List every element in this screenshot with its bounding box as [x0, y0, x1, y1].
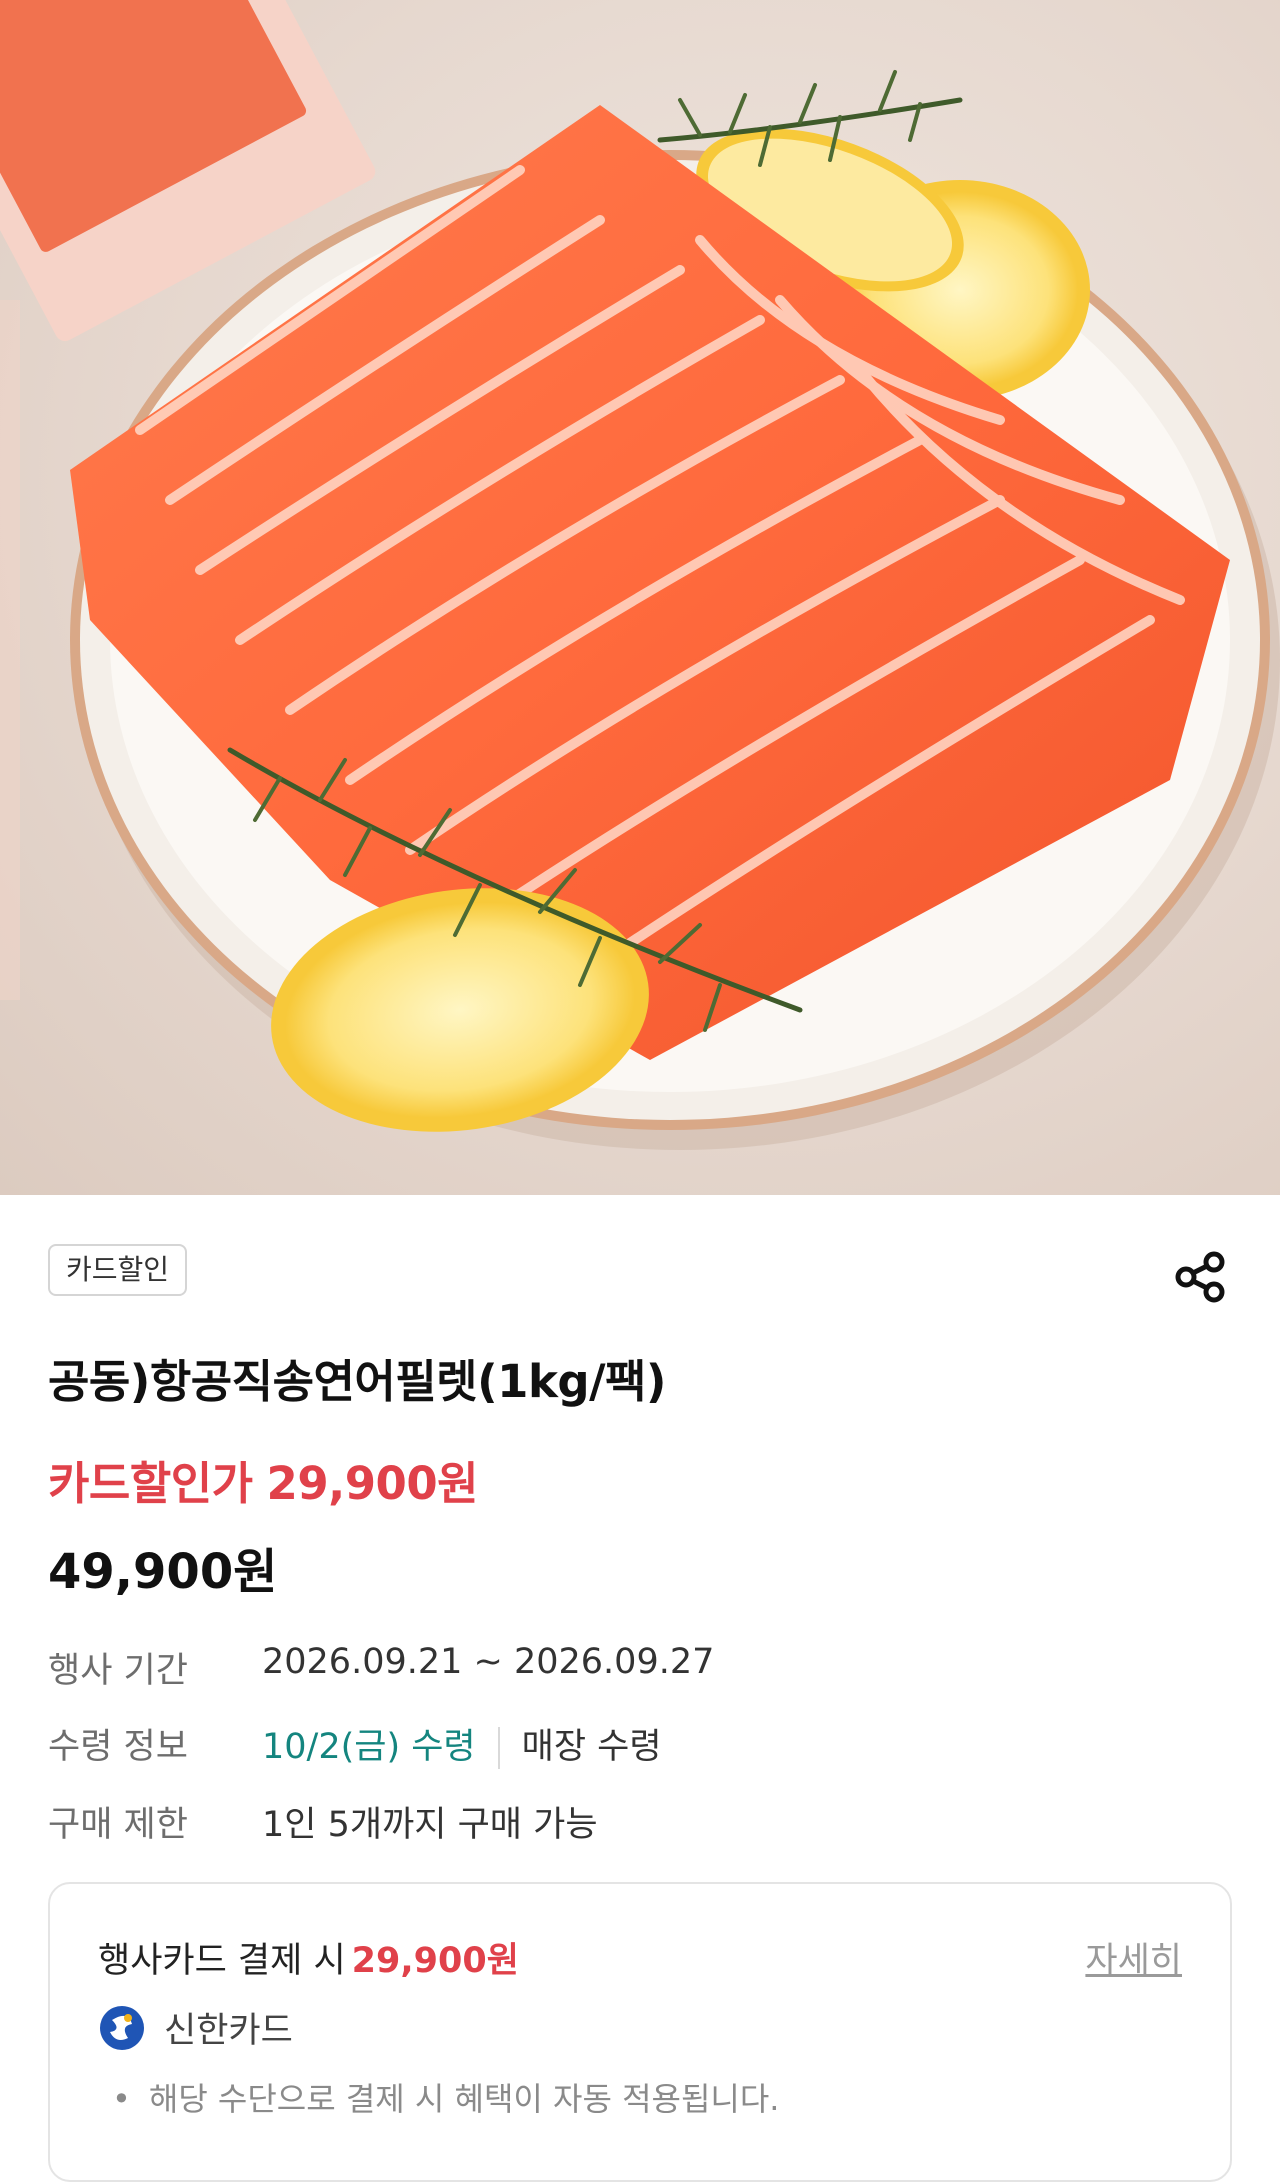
- pickup-method: 매장 수령: [521, 1727, 662, 1767]
- detail-key: 구매 제한: [48, 1805, 188, 1845]
- card-discount-price: 카드할인가 29,900원: [48, 1447, 479, 1512]
- card-name: 신한카드: [164, 2011, 293, 2051]
- product-title: 공동)항공직송연어필렛(1kg/팩): [48, 1355, 667, 1408]
- salmon-photo: [0, 0, 1280, 1150]
- payment-title-text: 행사카드 결제 시: [98, 1941, 346, 1981]
- share-icon: [1175, 1251, 1225, 1303]
- detail-value: 10/2(금) 수령 매장 수령: [262, 1718, 662, 1769]
- payment-benefit-title: 행사카드 결제 시 29,900원: [98, 1932, 519, 1983]
- card-discount-badge: 카드할인: [48, 1244, 188, 1296]
- detail-value: 2026.09.21 ~ 2026.09.27: [262, 1642, 715, 1682]
- payment-benefit-card: 행사카드 결제 시 29,900원 자세히 신한카드 • 해당 수단으로 결제 시 …: [48, 1882, 1232, 2182]
- card-price-label: 카드할인가: [48, 1457, 253, 1510]
- card-price-value: 29,900원: [266, 1457, 479, 1510]
- original-price: 49,900원: [48, 1544, 278, 1600]
- note-text: 해당 수단으로 결제 시 혜택이 자동 적용됩니다.: [148, 2080, 780, 2118]
- bullet: •: [112, 2080, 131, 2118]
- detail-link[interactable]: 자세히: [1085, 1932, 1182, 1983]
- shinhan-card-logo-icon: [100, 2005, 144, 2050]
- payment-amount: 29,900원: [351, 1941, 519, 1981]
- share-button[interactable]: [1168, 1245, 1232, 1309]
- product-image: [0, 0, 1280, 1195]
- divider: [497, 1727, 500, 1769]
- card-row: 신한카드: [98, 2002, 293, 2053]
- detail-key: 수령 정보: [48, 1727, 188, 1767]
- detail-key: 행사 기간: [48, 1651, 188, 1691]
- pickup-date: 10/2(금) 수령: [262, 1727, 476, 1767]
- badge-row: 카드할인: [0, 1195, 1280, 1320]
- benefit-note: • 해당 수단으로 결제 시 혜택이 자동 적용됩니다.: [112, 2074, 779, 2120]
- detail-value: 1인 5개까지 구매 가능: [262, 1805, 598, 1845]
